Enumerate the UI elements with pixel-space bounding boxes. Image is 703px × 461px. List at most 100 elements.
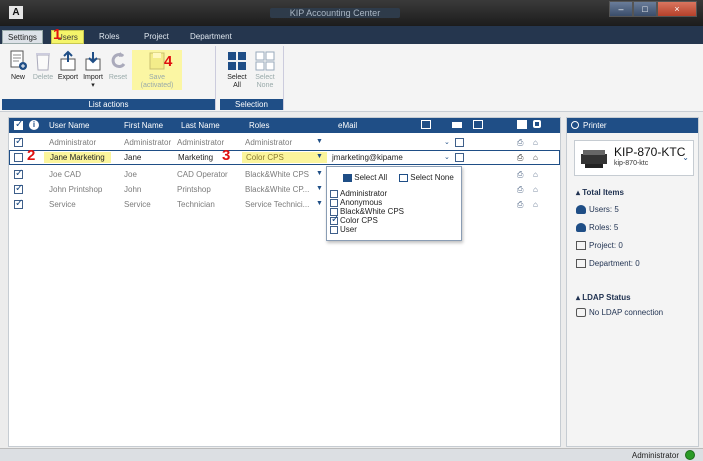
lock-icon[interactable]: ⌂: [533, 169, 538, 180]
cell-roles[interactable]: Color CPS: [242, 152, 327, 163]
tab-roles[interactable]: Roles: [94, 30, 124, 44]
reset-icon: [111, 52, 126, 69]
select-none-text: Select None: [410, 173, 454, 182]
select-none-option[interactable]: Select None: [399, 173, 454, 182]
department-column-icon[interactable]: [452, 122, 462, 128]
roles-count-text: Roles: 5: [589, 223, 619, 232]
cell-first-name: John: [124, 185, 142, 194]
col-user-name[interactable]: User Name: [49, 120, 89, 131]
table-row[interactable]: Service Service Technician Service Techn…: [9, 197, 560, 212]
select-all-button[interactable]: Select All: [225, 50, 249, 90]
tab-department[interactable]: Department: [185, 30, 237, 44]
role-checkbox[interactable]: [330, 225, 338, 234]
table-row[interactable]: Joe CAD Joe CAD Operator Black&White CPS…: [9, 167, 560, 182]
role-option-color-cps[interactable]: Color CPS: [330, 215, 378, 225]
roles-chevron-down-icon[interactable]: ▼: [316, 138, 323, 145]
row-checkbox[interactable]: [14, 183, 23, 194]
project-icon: [576, 241, 586, 251]
cell-roles[interactable]: Black&White CPS: [245, 169, 309, 180]
lock-icon[interactable]: ⌂: [533, 199, 538, 210]
trash-icon: [36, 53, 50, 71]
row-checkbox[interactable]: [14, 153, 23, 162]
delete-label: Delete: [32, 74, 54, 81]
cell-roles[interactable]: Black&White CP...: [245, 184, 309, 195]
email-chevron-down-icon[interactable]: ⌄: [444, 153, 450, 161]
lock-icon[interactable]: ⌂: [533, 184, 538, 195]
cell-user-name[interactable]: Jane Marketing: [44, 152, 111, 163]
cell-roles[interactable]: Administrator: [245, 137, 292, 148]
window-controls: – □ ×: [609, 1, 697, 17]
printer-icon[interactable]: ⎙: [517, 184, 523, 195]
maximize-button[interactable]: □: [633, 1, 657, 17]
row-checkbox[interactable]: [14, 168, 23, 179]
printer-selector[interactable]: KIP-870-KTC kip-870-ktc ⌄: [574, 140, 694, 176]
email-chevron-down-icon[interactable]: ⌄: [444, 138, 450, 146]
header-select-checkbox[interactable]: [14, 119, 23, 130]
total-items-title[interactable]: ▴ Total Items: [576, 188, 624, 197]
printer-icon[interactable]: ⎙: [517, 137, 523, 148]
table-row-selected[interactable]: Jane Marketing Jane Marketing Color CPS …: [9, 150, 560, 165]
import-button[interactable]: Import ▾: [81, 50, 105, 90]
roles-chevron-down-icon[interactable]: ▼: [316, 200, 323, 207]
tab-project[interactable]: Project: [139, 30, 174, 44]
project-column-icon[interactable]: [421, 120, 431, 129]
col-email[interactable]: eMail: [338, 120, 357, 131]
lock-column-icon[interactable]: [533, 120, 541, 128]
ldap-status: No LDAP connection: [576, 308, 664, 318]
window-title: KIP Accounting Center: [270, 8, 400, 18]
role-checkbox[interactable]: [330, 198, 338, 207]
marker-3: 3: [222, 147, 231, 164]
delete-button[interactable]: Delete: [31, 50, 55, 82]
minimize-button[interactable]: –: [609, 1, 633, 17]
calendar-column-icon[interactable]: [473, 120, 483, 129]
printer-host: kip-870-ktc: [614, 160, 649, 167]
roles-chevron-down-icon[interactable]: ▼: [316, 153, 323, 160]
table-row[interactable]: John Printshop John Printshop Black&Whit…: [9, 182, 560, 197]
department-icon: [576, 259, 586, 269]
row-flag-checkbox[interactable]: [455, 153, 464, 162]
row-checkbox[interactable]: [14, 198, 23, 209]
cell-roles[interactable]: Service Technici...: [245, 199, 309, 210]
roles-chevron-down-icon[interactable]: ▼: [316, 170, 323, 177]
save-button[interactable]: Save (activated): [132, 50, 182, 90]
cell-last-name: Printshop: [177, 185, 211, 194]
printer-icon[interactable]: ⎙: [517, 169, 523, 180]
row-flag-checkbox[interactable]: [455, 138, 464, 147]
col-last-name[interactable]: Last Name: [181, 120, 220, 131]
role-checkbox[interactable]: [330, 189, 338, 198]
col-first-name[interactable]: First Name: [124, 120, 163, 131]
lock-icon[interactable]: ⌂: [533, 137, 538, 148]
role-option-administrator[interactable]: Administrator: [330, 189, 387, 198]
ldap-status-text: No LDAP connection: [589, 308, 664, 317]
printer-icon[interactable]: ⎙: [517, 199, 523, 210]
roles-chevron-down-icon[interactable]: ▼: [316, 185, 323, 192]
select-none-button[interactable]: Select None: [253, 50, 277, 90]
select-all-icon: [343, 173, 352, 182]
cell-first-name[interactable]: Jane: [124, 152, 141, 163]
close-button[interactable]: ×: [657, 1, 697, 17]
role-option-user[interactable]: User: [330, 225, 357, 234]
ldap-title-label: LDAP Status: [582, 293, 631, 302]
select-all-icon: [228, 52, 246, 70]
chevron-down-icon[interactable]: ⌄: [682, 153, 689, 162]
new-button[interactable]: New: [6, 50, 30, 82]
printer-icon[interactable]: ⎙: [517, 152, 523, 163]
col-roles[interactable]: Roles: [249, 120, 269, 131]
select-all-option[interactable]: Select All: [343, 173, 387, 182]
cell-email[interactable]: jmarketing@kipame: [332, 152, 403, 163]
ldap-status-title[interactable]: ▴ LDAP Status: [576, 293, 631, 302]
reset-button[interactable]: Reset: [106, 50, 130, 82]
roles-dropdown[interactable]: Select All Select None Administrator Ano…: [326, 166, 462, 241]
role-option-bw-cps[interactable]: Black&White CPS: [330, 207, 404, 216]
export-button[interactable]: Export: [56, 50, 80, 82]
users-count: Users: 5: [576, 205, 619, 215]
users-count-text: Users: 5: [589, 205, 619, 214]
table-row[interactable]: Administrator Administrator Administrato…: [9, 135, 560, 150]
tab-settings[interactable]: Settings: [2, 30, 43, 44]
cell-last-name[interactable]: Marketing: [178, 152, 213, 163]
role-checkbox[interactable]: [330, 215, 339, 225]
lock-icon[interactable]: ⌂: [533, 152, 538, 163]
row-checkbox[interactable]: [14, 136, 23, 147]
role-option-anonymous[interactable]: Anonymous: [330, 198, 382, 207]
printer-column-icon[interactable]: [517, 120, 527, 129]
